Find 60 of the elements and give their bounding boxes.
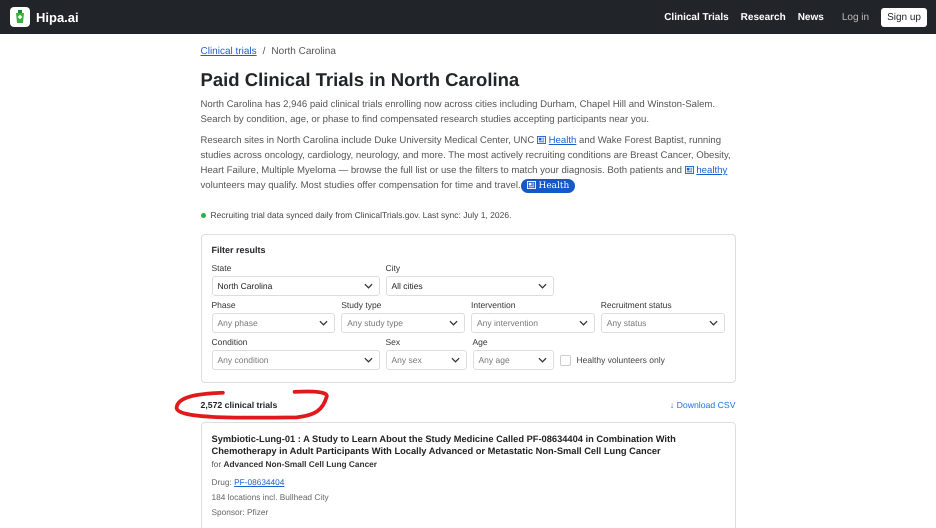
- chevron-down-icon: [538, 283, 546, 289]
- intro-paragraph: North Carolina has 2,946 paid clinical trials enrolling now across cities including Durham, Chapel Hill and Winston-Salem. Search by condition, age, or phase to find compensated research studies accepting participants near you.: [200, 98, 716, 127]
- signup-button[interactable]: Sign up: [881, 8, 927, 26]
- chevron-down-icon: [449, 320, 458, 326]
- chevron-down-icon: [364, 357, 372, 363]
- chevron-down-icon: [364, 283, 372, 289]
- field-label: Recruitment status: [600, 300, 673, 310]
- status-dot: [200, 212, 206, 218]
- select-field[interactable]: North Carolina: [212, 276, 380, 296]
- login-link[interactable]: Log in: [842, 12, 870, 22]
- filter-title: Filter results: [212, 245, 267, 255]
- card-icon: [536, 136, 546, 144]
- select-field[interactable]: Any condition: [212, 350, 380, 370]
- trial-locations: 184 locations incl. Bullhead City: [212, 492, 330, 502]
- logo-icon: [10, 7, 30, 27]
- breadcrumb-link[interactable]: Clinical trials: [200, 46, 257, 57]
- download-csv-link[interactable]: ↓ Download CSV: [670, 400, 736, 410]
- brand-name[interactable]: Hipa.ai: [36, 10, 79, 24]
- trial-condition: Advanced Non-Small Cell Lung Cancer: [224, 459, 378, 469]
- field-label: Condition: [212, 337, 248, 347]
- page-title: Paid Clinical Trials in North Carolina: [200, 69, 520, 91]
- chevron-down-icon: [538, 357, 546, 363]
- trial-title[interactable]: Symbiotic-Lung-01 : A Study to Learn About the Study Medicine Called PF-08634404 in Combination With Chemotherapy in Adult Participants With Locally Advanced or Metastatic Non-Small Cell Lung Cancer: [212, 433, 724, 457]
- field-label: Age: [472, 337, 489, 347]
- trial-card[interactable]: [200, 422, 736, 528]
- select-field[interactable]: Any phase: [212, 313, 336, 333]
- results-count: 2,572 clinical trials: [200, 400, 278, 410]
- inline-link[interactable]: Health: [548, 135, 576, 146]
- checkbox-label: Healthy volunteers only: [576, 355, 665, 365]
- field-label: Sex: [386, 337, 402, 347]
- select-field[interactable]: All cities: [386, 276, 554, 296]
- sync-note: Recruiting trial data synced daily from ClinicalTrials.gov. Last sync: July 1, 2026.: [210, 210, 512, 220]
- chevron-down-icon: [578, 320, 588, 326]
- nav-link[interactable]: Research: [740, 12, 786, 22]
- checkbox[interactable]: [560, 354, 570, 366]
- health-badge[interactable]: Health: [520, 179, 576, 193]
- nav-link[interactable]: Clinical Trials: [664, 12, 729, 22]
- chevron-down-icon: [319, 320, 328, 326]
- select-field[interactable]: Any age: [472, 350, 554, 370]
- field-label: Phase: [212, 300, 237, 310]
- trial-sponsor: Sponsor: Pfizer: [212, 507, 270, 517]
- field-label: Study type: [341, 300, 382, 310]
- chevron-down-icon: [450, 357, 460, 363]
- card-icon: [684, 166, 694, 174]
- select-field[interactable]: Any sex: [386, 350, 466, 370]
- drug-label: Drug:: [212, 477, 232, 487]
- select-field[interactable]: Any intervention: [471, 313, 595, 333]
- drug-link[interactable]: PF-08634404: [234, 477, 284, 487]
- field-label: City: [386, 263, 402, 273]
- for-label: for: [212, 459, 222, 469]
- select-field[interactable]: Any status: [600, 313, 724, 333]
- nav-link[interactable]: News: [798, 12, 824, 22]
- breadcrumb-separator: /: [262, 46, 266, 57]
- field-label: State: [212, 263, 232, 273]
- field-label: Intervention: [471, 300, 516, 310]
- inline-link[interactable]: healthy: [696, 165, 728, 176]
- breadcrumb-current: North Carolina: [271, 46, 336, 57]
- details-paragraph: Research sites in North Carolina include Duke University Medical Center, UNC Health and Wake Forest Baptist, running studies across oncology, cardiology, neurology, and more. The most actively recruiting conditions are Breast Cancer, Obesity, Heart Failure, Multiple Myeloma — browse the full list or use the filters to match your diagnosis. Both patients and healthy volunteers may qualify. Most studies offer compensation for time and travel. Health: [200, 134, 732, 194]
- chevron-down-icon: [708, 320, 718, 326]
- select-field[interactable]: Any study type: [341, 313, 465, 333]
